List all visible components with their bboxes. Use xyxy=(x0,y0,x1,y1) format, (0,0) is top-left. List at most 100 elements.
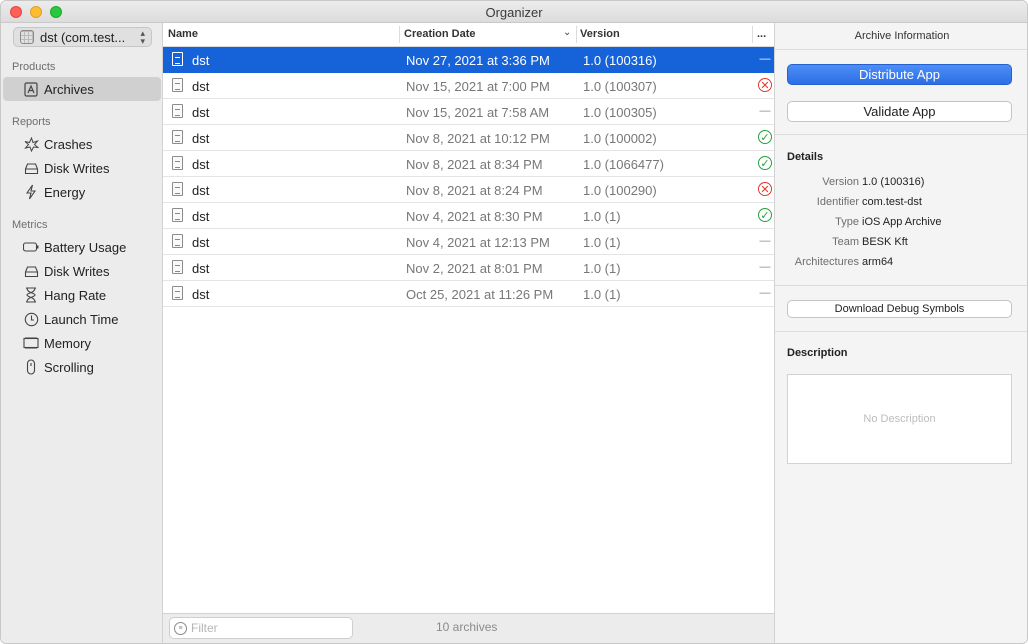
detail-row: Identifier com.test-dst xyxy=(775,196,1027,212)
column-divider[interactable] xyxy=(576,26,577,43)
sidebar-item-battery-usage[interactable]: Battery Usage xyxy=(3,235,161,259)
archive-row[interactable]: dst Nov 2, 2021 at 8:01 PM 1.0 (1) — xyxy=(163,255,774,281)
sidebar-item-disk-writes-metric[interactable]: Disk Writes xyxy=(3,259,161,283)
app-picker[interactable]: dst (com.test... ▴ ▾ xyxy=(13,27,152,47)
column-header-version[interactable]: Version xyxy=(580,28,620,40)
detail-value: BESK Kft xyxy=(862,236,908,248)
sidebar-item-label: Battery Usage xyxy=(44,239,127,255)
archive-name: dst xyxy=(192,261,210,276)
divider xyxy=(775,134,1027,135)
archive-row[interactable]: dst Nov 15, 2021 at 7:00 PM 1.0 (100307) ✕ xyxy=(163,73,774,99)
detail-row: Team BESK Kft xyxy=(775,236,1027,252)
divider xyxy=(775,285,1027,286)
archive-creation-date: Nov 27, 2021 at 3:36 PM xyxy=(406,53,550,68)
detail-key: Architectures xyxy=(794,256,859,268)
archive-document-icon xyxy=(172,234,183,248)
sidebar-item-label: Disk Writes xyxy=(44,263,110,279)
archive-row[interactable]: dst Nov 4, 2021 at 12:13 PM 1.0 (1) — xyxy=(163,229,774,255)
archive-document-icon xyxy=(172,260,183,274)
crash-icon xyxy=(23,136,39,152)
archive-creation-date: Nov 2, 2021 at 8:01 PM xyxy=(406,261,543,276)
archive-row[interactable]: dst Oct 25, 2021 at 11:26 PM 1.0 (1) — xyxy=(163,281,774,307)
archive-creation-date: Nov 8, 2021 at 8:34 PM xyxy=(406,157,543,172)
clock-icon xyxy=(23,311,39,327)
detail-value: iOS App Archive xyxy=(862,216,942,228)
sidebar-item-label: Launch Time xyxy=(44,311,119,327)
archive-creation-date: Nov 8, 2021 at 10:12 PM xyxy=(406,131,550,146)
archive-document-icon xyxy=(172,286,183,300)
archive-name: dst xyxy=(192,209,210,224)
filter-field[interactable]: ≡ xyxy=(169,617,353,639)
sidebar-item-label: Energy xyxy=(44,184,86,200)
distribute-app-button[interactable]: Distribute App xyxy=(787,64,1012,85)
download-debug-symbols-button[interactable]: Download Debug Symbols xyxy=(787,300,1012,318)
app-icon xyxy=(20,30,34,44)
detail-key: Identifier xyxy=(816,196,859,208)
detail-value: arm64 xyxy=(862,256,894,268)
sidebar-item-disk-writes-report[interactable]: Disk Writes xyxy=(3,156,161,180)
description-placeholder: No Description xyxy=(863,413,936,425)
archive-row[interactable]: dst Nov 4, 2021 at 8:30 PM 1.0 (1) ✓ xyxy=(163,203,774,229)
sidebar-item-energy[interactable]: Energy xyxy=(3,180,161,204)
archive-name: dst xyxy=(192,105,210,120)
detail-key: Team xyxy=(832,236,859,248)
status-none-icon: — xyxy=(759,53,771,65)
archive-count: 10 archives xyxy=(436,620,498,634)
archive-version: 1.0 (100002) xyxy=(583,131,657,146)
sort-descending-icon: ⌄ xyxy=(563,27,572,38)
archive-version: 1.0 (1) xyxy=(583,235,621,250)
archive-creation-date: Oct 25, 2021 at 11:26 PM xyxy=(406,287,554,302)
list-footer: ≡ 10 archives xyxy=(163,613,774,643)
archive-name: dst xyxy=(192,183,210,198)
products-header: Products xyxy=(12,61,56,73)
metrics-header: Metrics xyxy=(12,219,48,231)
archive-document-icon xyxy=(172,52,183,66)
sidebar-item-crashes[interactable]: Crashes xyxy=(3,132,161,156)
sidebar-item-archives[interactable]: Archives xyxy=(3,77,161,101)
status-ok-icon: ✓ xyxy=(758,130,772,144)
archive-creation-date: Nov 4, 2021 at 8:30 PM xyxy=(406,209,543,224)
status-none-icon: — xyxy=(759,105,771,117)
disk-icon xyxy=(23,160,39,176)
details-header: Details xyxy=(787,151,824,163)
column-header-creation-date[interactable]: Creation Date xyxy=(404,28,476,40)
description-box[interactable]: No Description xyxy=(787,374,1012,464)
column-divider[interactable] xyxy=(752,26,753,43)
archive-version: 1.0 (1066477) xyxy=(583,157,664,172)
filter-input[interactable] xyxy=(191,621,341,635)
divider xyxy=(775,49,1027,50)
archive-document-icon xyxy=(172,130,183,144)
validate-app-button[interactable]: Validate App xyxy=(787,101,1012,122)
energy-icon xyxy=(23,184,39,200)
column-header-more[interactable]: ... xyxy=(757,28,766,40)
archive-document-icon xyxy=(172,104,183,118)
column-header-name[interactable]: Name xyxy=(168,28,198,40)
divider xyxy=(775,331,1027,332)
archive-version: 1.0 (100290) xyxy=(583,183,657,198)
scroll-icon xyxy=(23,359,39,375)
archive-row[interactable]: dst Nov 15, 2021 at 7:58 AM 1.0 (100305) — xyxy=(163,99,774,125)
memory-icon xyxy=(23,335,39,351)
detail-value: 1.0 (100316) xyxy=(862,176,925,188)
archive-name: dst xyxy=(192,235,210,250)
archive-creation-date: Nov 15, 2021 at 7:00 PM xyxy=(406,79,550,94)
disk-icon xyxy=(23,263,39,279)
app-picker-label: dst (com.test... xyxy=(40,29,126,45)
archive-row[interactable]: dst Nov 27, 2021 at 3:36 PM 1.0 (100316) — xyxy=(163,47,774,73)
organizer-window: Organizer dst (com.test... ▴ ▾ Products A… xyxy=(0,0,1028,644)
description-header: Description xyxy=(787,347,848,359)
detail-row: Architectures arm64 xyxy=(775,256,1027,272)
sidebar-item-memory[interactable]: Memory xyxy=(3,331,161,355)
archive-row[interactable]: dst Nov 8, 2021 at 8:24 PM 1.0 (100290) ✕ xyxy=(163,177,774,203)
column-divider[interactable] xyxy=(399,26,400,43)
detail-row: Type iOS App Archive xyxy=(775,216,1027,232)
sidebar-item-scrolling[interactable]: Scrolling xyxy=(3,355,161,379)
archive-row[interactable]: dst Nov 8, 2021 at 10:12 PM 1.0 (100002) ✓ xyxy=(163,125,774,151)
sidebar-item-hang-rate[interactable]: Hang Rate xyxy=(3,283,161,307)
archive-creation-date: Nov 15, 2021 at 7:58 AM xyxy=(406,105,550,120)
archive-row[interactable]: dst Nov 8, 2021 at 8:34 PM 1.0 (1066477) ✓ xyxy=(163,151,774,177)
detail-value: com.test-dst xyxy=(862,196,922,208)
archive-document-icon xyxy=(172,156,183,170)
sidebar-item-launch-time[interactable]: Launch Time xyxy=(3,307,161,331)
status-none-icon: — xyxy=(759,235,771,247)
